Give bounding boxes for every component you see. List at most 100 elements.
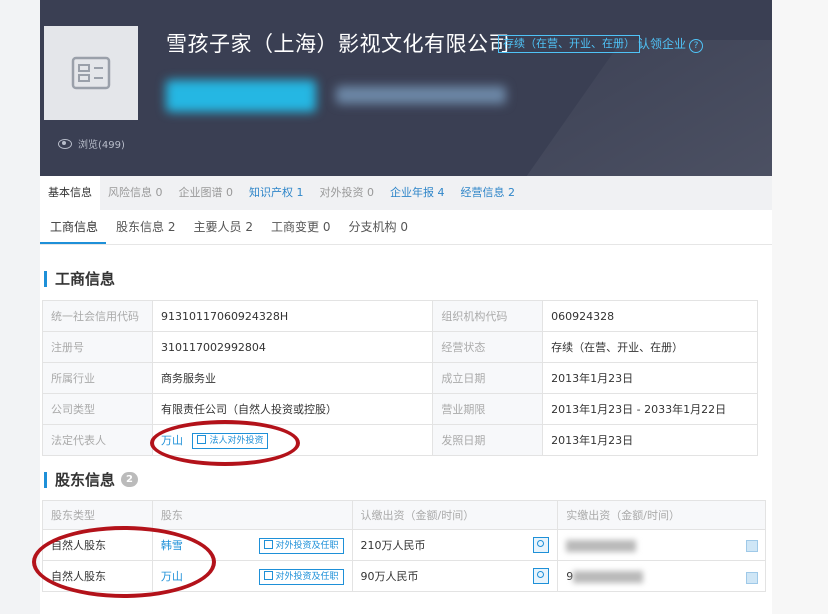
- sub-tabs: 工商信息 股东信息 2 主要人员 2 工商变更 0 分支机构 0: [40, 212, 772, 245]
- table-value: 310117002992804: [151, 331, 434, 363]
- table-value: 2013年1月23日 - 2033年1月22日: [542, 393, 758, 425]
- investment-icon: [263, 570, 273, 580]
- subtab-label: 股东信息: [116, 220, 165, 234]
- count-badge: 2: [121, 472, 138, 487]
- subtab-count: 0: [322, 220, 331, 234]
- tab-risk-info[interactable]: 风险信息 0: [100, 176, 171, 210]
- table-row: 所属行业 商务服务业 成立日期 2013年1月23日: [42, 362, 758, 394]
- button-label: 对外投资及任职: [275, 540, 339, 551]
- claim-company-link[interactable]: 认领企业?: [638, 35, 704, 53]
- tab-count: 1: [296, 186, 304, 199]
- tab-operation-info[interactable]: 经营信息 2: [453, 176, 524, 210]
- table-header-row: 股东类型 股东 认缴出资（金额/时间） 实缴出资（金额/时间）: [42, 500, 766, 530]
- header-decoration: [481, 40, 772, 176]
- company-page: 雪孩子家（上海）影视文化有限公司 存续（在营、开业、在册） 认领企业? 浏览(4…: [32, 0, 772, 614]
- claim-label: 认领企业: [638, 37, 687, 51]
- redacted-info: [336, 86, 506, 104]
- tab-count: 0: [155, 186, 163, 199]
- table-row: 公司类型 有限责任公司（自然人投资或控股） 营业期限 2013年1月23日 - …: [42, 393, 758, 425]
- heading-bar: [44, 270, 47, 287]
- subtab-count: 0: [400, 220, 408, 234]
- building-icon: [71, 56, 111, 90]
- subtab-label: 分支机构: [348, 220, 397, 234]
- subscribed-amount: 90万人民币: [360, 570, 419, 583]
- tab-company-graph[interactable]: 企业图谱 0: [171, 176, 242, 210]
- table-value: 商务服务业: [151, 362, 434, 394]
- paid-cell: [557, 529, 766, 561]
- subtab-business-info[interactable]: 工商信息: [40, 212, 107, 244]
- subscribed-cell: 90万人民币: [351, 560, 559, 592]
- table-value: 有限责任公司（自然人投资或控股）: [151, 393, 434, 425]
- table-value: 91310117060924328H: [151, 300, 434, 332]
- redacted-value: [566, 539, 637, 552]
- table-label: 所属行业: [42, 362, 153, 394]
- table-row: 统一社会信用代码 91310117060924328H 组织机构代码 06092…: [42, 300, 758, 332]
- tab-annual-report[interactable]: 企业年报 4: [382, 176, 453, 210]
- view-count-label: 浏览(499): [78, 140, 125, 151]
- scroll-marker: [746, 572, 758, 584]
- column-header: 股东类型: [42, 500, 153, 530]
- view-count: 浏览(499): [58, 136, 125, 151]
- table-label: 营业期限: [432, 393, 544, 425]
- tab-count: 0: [367, 186, 374, 199]
- heading-text: 股东信息: [55, 471, 116, 489]
- subtab-count: 2: [245, 220, 253, 234]
- table-label: 统一社会信用代码: [42, 300, 153, 332]
- tab-label: 经营信息: [460, 186, 505, 199]
- subtab-branches[interactable]: 分支机构 0: [338, 212, 415, 244]
- company-name: 雪孩子家（上海）影视文化有限公司: [166, 32, 510, 56]
- shareholder-heading: 股东信息 2: [44, 469, 138, 490]
- tab-count: 2: [508, 186, 515, 199]
- table-label: 发照日期: [432, 424, 544, 456]
- investment-icon: [263, 539, 273, 549]
- table-value: 存续（在营、开业、在册）: [542, 331, 758, 363]
- company-header: 雪孩子家（上海）影视文化有限公司 存续（在营、开业、在册） 认领企业? 浏览(4…: [40, 0, 772, 176]
- subtab-changes[interactable]: 工商变更 0: [261, 212, 338, 244]
- help-icon[interactable]: ?: [689, 39, 704, 53]
- subtab-key-personnel[interactable]: 主要人员 2: [184, 212, 261, 244]
- table-label: 公司类型: [42, 393, 153, 425]
- column-header: 股东: [151, 500, 353, 530]
- tab-basic-info[interactable]: 基本信息: [40, 176, 100, 210]
- paid-amount: 9: [566, 569, 574, 583]
- holder-investment-button[interactable]: 对外投资及任职: [258, 537, 344, 554]
- holder-investment-button[interactable]: 对外投资及任职: [258, 568, 344, 585]
- table-value: 2013年1月23日: [542, 362, 758, 394]
- tab-count: 0: [226, 186, 233, 199]
- search-icon[interactable]: [533, 537, 550, 553]
- tab-label: 知识产权: [249, 186, 293, 199]
- scroll-marker: [746, 540, 758, 552]
- paid-cell: 9: [557, 560, 766, 592]
- button-label: 对外投资及任职: [275, 571, 339, 582]
- tab-label: 企业图谱: [178, 186, 223, 199]
- column-header: 认缴出资（金额/时间）: [351, 500, 559, 530]
- subscribed-amount: 210万人民币: [360, 539, 426, 552]
- business-info-table: 统一社会信用代码 91310117060924328H 组织机构代码 06092…: [42, 300, 758, 456]
- subtab-count: 2: [167, 220, 176, 234]
- search-icon[interactable]: [533, 568, 550, 584]
- redacted-phone: [166, 80, 316, 112]
- tab-label: 企业年报: [390, 186, 434, 199]
- eye-icon: [58, 138, 72, 149]
- company-logo: [44, 26, 138, 120]
- heading-bar: [44, 471, 47, 488]
- tab-ip[interactable]: 知识产权 1: [241, 176, 312, 210]
- business-info-heading: 工商信息: [44, 268, 115, 289]
- subtab-label: 主要人员: [193, 220, 242, 234]
- subtab-shareholders[interactable]: 股东信息 2: [106, 212, 183, 244]
- main-tabs: 基本信息 风险信息 0 企业图谱 0 知识产权 1 对外投资 0 企业年报 4 …: [40, 176, 772, 210]
- page-margin: [772, 0, 828, 614]
- subtab-label: 工商变更: [270, 220, 319, 234]
- tab-label: 基本信息: [48, 186, 92, 199]
- tab-label: 对外投资: [319, 186, 364, 199]
- table-label: 注册号: [42, 331, 153, 363]
- subtab-label: 工商信息: [50, 220, 99, 234]
- table-label: 经营状态: [432, 331, 544, 363]
- heading-text: 工商信息: [55, 270, 116, 288]
- status-badge: 存续（在营、开业、在册）: [498, 35, 640, 53]
- tab-investment[interactable]: 对外投资 0: [312, 176, 383, 210]
- highlight-oval: [150, 420, 300, 466]
- highlight-oval: [32, 526, 216, 598]
- subscribed-cell: 210万人民币: [351, 529, 559, 561]
- table-label: 法定代表人: [42, 424, 153, 456]
